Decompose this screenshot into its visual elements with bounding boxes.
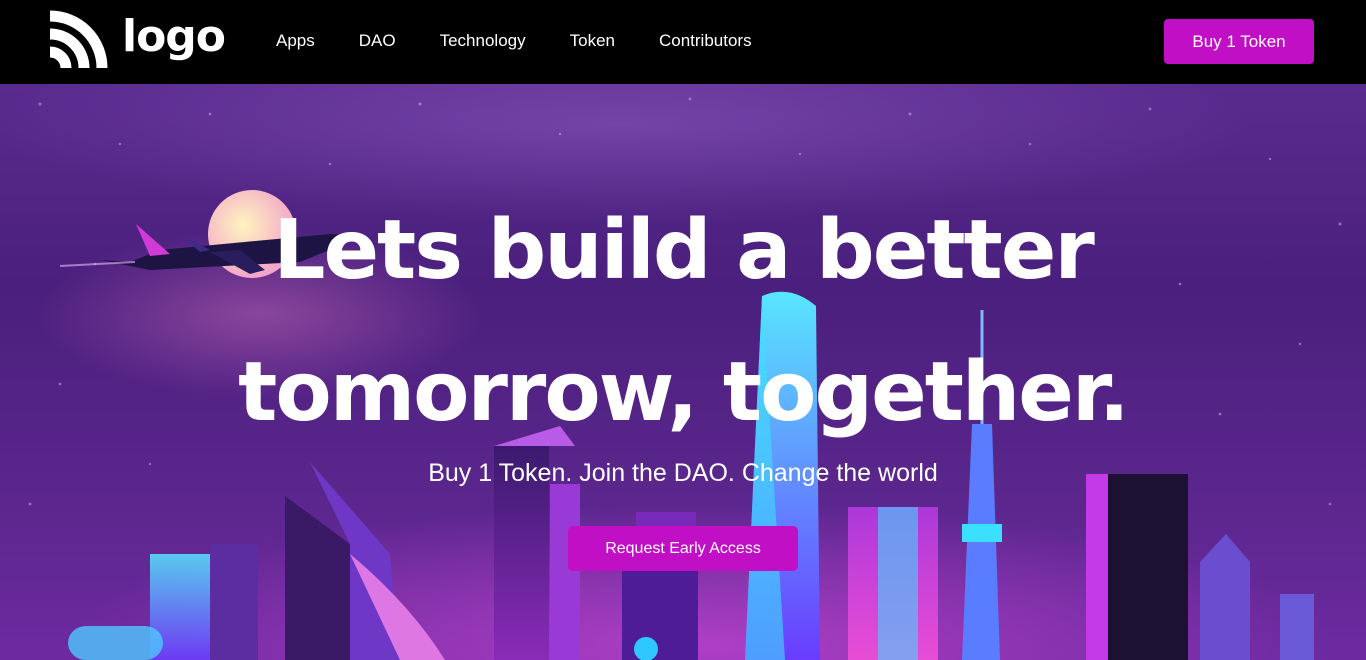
wifi-signal-icon [50, 10, 108, 68]
hero-headline-line-2: tomorrow, together. [238, 345, 1130, 440]
nav-item-token[interactable]: Token [570, 31, 615, 51]
hero-section: Lets build a better tomorrow, together. … [0, 84, 1366, 660]
nav-item-contributors[interactable]: Contributors [659, 31, 752, 51]
hero-headline-line-1: Lets build a better [273, 203, 1095, 298]
logo-text: logo [122, 11, 226, 62]
request-early-access-button[interactable]: Request Early Access [568, 526, 798, 571]
nav-item-apps[interactable]: Apps [276, 31, 315, 51]
hero-subheadline: Buy 1 Token. Join the DAO. Change the wo… [428, 459, 938, 487]
main-menu: Apps DAO Technology Token Contributors [276, 31, 752, 51]
nav-item-technology[interactable]: Technology [440, 31, 526, 51]
stars [28, 97, 1342, 506]
logo[interactable]: logo [50, 10, 226, 68]
top-navigation: logo Apps DAO Technology Token Contribut… [0, 0, 1366, 84]
buy-token-button[interactable]: Buy 1 Token [1164, 19, 1314, 64]
nav-item-dao[interactable]: DAO [359, 31, 396, 51]
